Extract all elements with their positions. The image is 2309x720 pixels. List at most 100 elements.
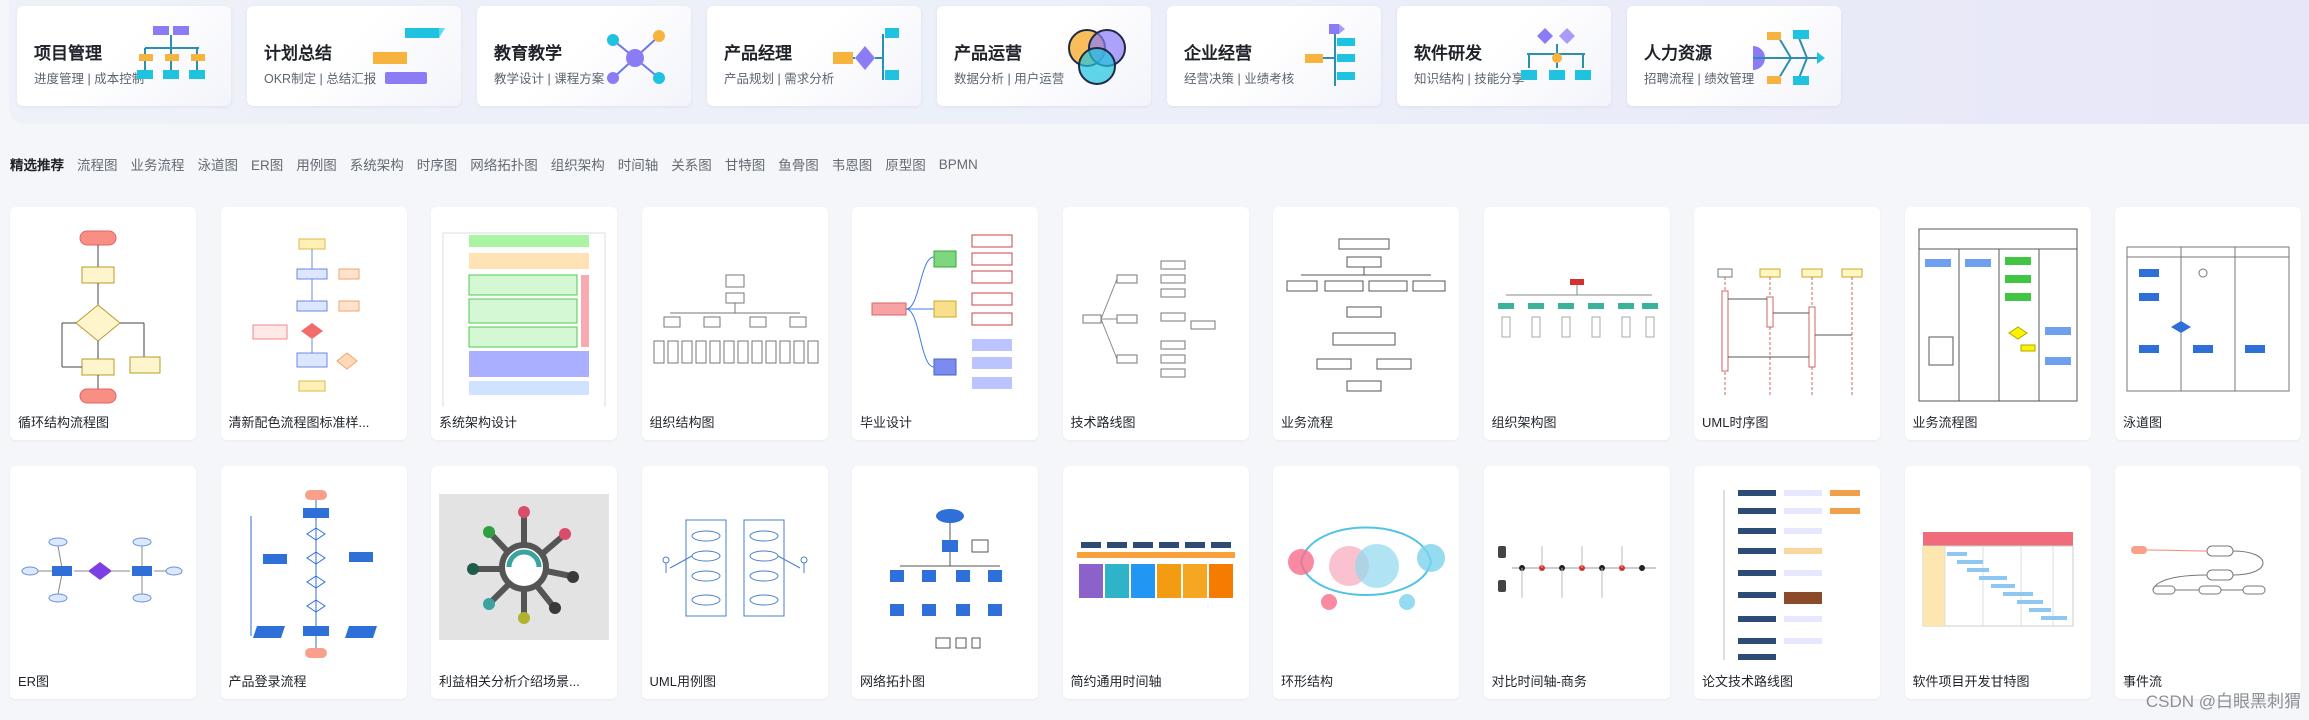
- flow-diamond-icon: [833, 28, 899, 80]
- template-card[interactable]: 软件项目开发甘特图: [1904, 466, 2091, 699]
- loop-flowchart-thumbnail: [61, 230, 161, 404]
- tab-org-structure[interactable]: 组织架构: [551, 154, 605, 174]
- category-subtitle: 进度管理 | 成本控制: [34, 72, 145, 86]
- tree-diamond-icon: [1521, 28, 1591, 80]
- system-architecture-thumbnail: [442, 232, 606, 407]
- category-title: 产品运营: [954, 44, 1022, 63]
- template-card[interactable]: 产品登录流程: [220, 466, 407, 699]
- category-subtitle: 数据分析 | 用户运营: [954, 72, 1065, 86]
- template-card[interactable]: 事件流: [2115, 466, 2301, 699]
- tech-roadmap-thumbnail: [1082, 260, 1215, 378]
- tab-timeline[interactable]: 时间轴: [618, 154, 659, 174]
- tab-fishbone[interactable]: 鱼骨图: [778, 154, 819, 174]
- template-name: 产品登录流程: [228, 674, 307, 689]
- template-card[interactable]: ER图: [10, 466, 196, 699]
- tab-swimlane[interactable]: 泳道图: [198, 154, 239, 174]
- swimlane-thumbnail: [2126, 246, 2290, 392]
- template-card[interactable]: 技术路线图: [1062, 207, 1249, 440]
- template-name: ER图: [18, 674, 50, 689]
- template-name: 环形结构: [1281, 674, 1334, 689]
- event-flow-thumbnail: [2131, 545, 2266, 595]
- tab-featured[interactable]: 精选推荐: [10, 154, 64, 174]
- category-card-human-resources[interactable]: 人力资源 招聘流程 | 绩效管理: [1627, 6, 1841, 106]
- template-card[interactable]: UML用例图: [641, 466, 828, 699]
- tab-system-architecture[interactable]: 系统架构: [350, 154, 404, 174]
- category-tabs: 精选推荐 流程图 业务流程 泳道图 ER图 用例图 系统架构 时序图 网络拓扑图…: [10, 154, 978, 174]
- template-card[interactable]: 循环结构流程图: [10, 207, 196, 440]
- tab-network-topology[interactable]: 网络拓扑图: [470, 154, 538, 174]
- template-name: 泳道图: [2123, 415, 2163, 430]
- category-title: 项目管理: [34, 44, 102, 63]
- category-card-product-operation[interactable]: 产品运营 数据分析 | 用户运营: [937, 6, 1151, 106]
- tab-er[interactable]: ER图: [251, 154, 283, 174]
- template-card[interactable]: 论文技术路线图: [1694, 466, 1880, 699]
- template-card[interactable]: 系统架构设计: [431, 207, 617, 440]
- org-chart-thumbnail: [1497, 279, 1658, 338]
- ring-structure-thumbnail: [1288, 526, 1445, 610]
- template-card[interactable]: 业务流程图: [1904, 207, 2091, 440]
- business-flowchart-thumbnail: [1918, 228, 2077, 402]
- tab-gantt[interactable]: 甘特图: [725, 154, 766, 174]
- plan-bars-icon: [373, 28, 445, 84]
- category-title: 教育教学: [494, 44, 562, 63]
- category-card-business[interactable]: 企业经营 经营决策 | 业绩考核: [1167, 6, 1381, 106]
- template-name: 利益相关分析介绍场景...: [439, 674, 580, 689]
- category-card-education[interactable]: 教育教学 教学设计 | 课程方案: [477, 6, 691, 106]
- template-name: 技术路线图: [1070, 415, 1136, 430]
- paper-roadmap-thumbnail: [1723, 490, 1860, 660]
- tab-bpmn[interactable]: BPMN: [939, 157, 978, 172]
- tab-relationship[interactable]: 关系图: [671, 154, 712, 174]
- category-row: 项目管理 进度管理 | 成本控制 计划总结 OKR制定 | 总结汇报 教育教学 …: [17, 6, 1841, 106]
- template-card[interactable]: 利益相关分析介绍场景...: [431, 466, 617, 699]
- category-card-product-manager[interactable]: 产品经理 产品规划 | 需求分析: [707, 6, 921, 106]
- mind-nodes-icon: [607, 30, 665, 84]
- business-flow-thumbnail: [1286, 238, 1446, 392]
- template-card[interactable]: 组织结构图: [641, 207, 828, 440]
- category-subtitle: 产品规划 | 需求分析: [724, 72, 835, 86]
- template-gallery-page: 项目管理 进度管理 | 成本控制 计划总结 OKR制定 | 总结汇报 教育教学 …: [0, 0, 2309, 720]
- template-name: 业务流程: [1281, 415, 1334, 430]
- template-name: UML用例图: [649, 674, 716, 689]
- template-name: 软件项目开发甘特图: [1912, 674, 2030, 689]
- template-card[interactable]: 清新配色流程图标准样...: [220, 207, 407, 440]
- tab-flowchart[interactable]: 流程图: [77, 154, 118, 174]
- template-card[interactable]: 组织架构图: [1483, 207, 1670, 440]
- org-structure-thumbnail: [653, 274, 818, 364]
- template-name: 论文技术路线图: [1702, 674, 1794, 689]
- template-name: 简约通用时间轴: [1070, 674, 1162, 689]
- template-name: 对比时间轴-商务: [1491, 674, 1587, 689]
- template-card[interactable]: 业务流程: [1273, 207, 1459, 440]
- tab-prototype[interactable]: 原型图: [885, 154, 926, 174]
- template-name: 组织结构图: [649, 415, 715, 430]
- category-card-software-rd[interactable]: 软件研发 知识结构 | 技能分享: [1397, 6, 1611, 106]
- category-title: 软件研发: [1414, 44, 1482, 63]
- template-card[interactable]: 简约通用时间轴: [1062, 466, 1249, 699]
- template-name: 清新配色流程图标准样...: [228, 415, 370, 430]
- tab-sequence[interactable]: 时序图: [417, 154, 458, 174]
- template-name: 循环结构流程图: [18, 415, 110, 430]
- template-name: 业务流程图: [1912, 415, 1978, 430]
- template-card[interactable]: 网络拓扑图: [852, 466, 1038, 699]
- category-subtitle: 经营决策 | 业绩考核: [1184, 72, 1295, 86]
- template-name: UML时序图: [1702, 415, 1769, 430]
- template-card[interactable]: 泳道图: [2115, 207, 2301, 440]
- stakeholder-analysis-thumbnail: [439, 494, 609, 640]
- category-card-project-management[interactable]: 项目管理 进度管理 | 成本控制: [17, 6, 231, 106]
- category-card-plan-summary[interactable]: 计划总结 OKR制定 | 总结汇报: [247, 6, 461, 106]
- category-title: 企业经营: [1184, 44, 1252, 63]
- template-card[interactable]: 对比时间轴-商务: [1483, 466, 1670, 699]
- category-title: 产品经理: [724, 44, 792, 63]
- template-card[interactable]: 环形结构: [1273, 466, 1459, 699]
- category-subtitle: 知识结构 | 技能分享: [1414, 72, 1525, 86]
- venn-icon: [1068, 29, 1126, 85]
- tab-usecase[interactable]: 用例图: [296, 154, 337, 174]
- compare-timeline-thumbnail: [1497, 546, 1656, 598]
- branch-icon: [1305, 24, 1355, 86]
- template-card[interactable]: UML时序图: [1694, 207, 1880, 440]
- category-subtitle: 招聘流程 | 绩效管理: [1644, 72, 1755, 86]
- color-flowchart-thumbnail: [252, 238, 359, 392]
- template-name: 系统架构设计: [439, 415, 518, 430]
- tab-venn[interactable]: 韦恩图: [832, 154, 873, 174]
- tab-business-flow[interactable]: 业务流程: [131, 154, 185, 174]
- template-card[interactable]: 毕业设计: [852, 207, 1038, 440]
